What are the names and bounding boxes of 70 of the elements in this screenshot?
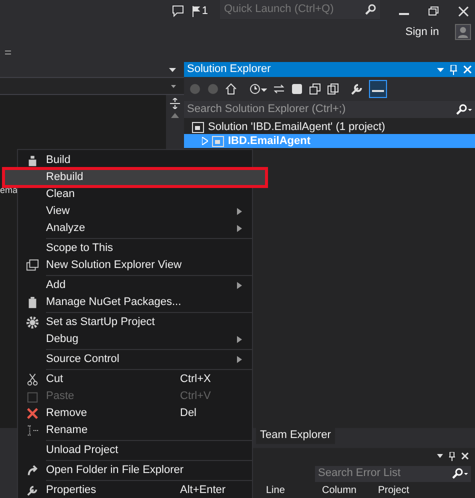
submenu-arrow-icon (237, 225, 242, 232)
submenu-arrow-icon (237, 282, 242, 289)
menu-item[interactable]: Manage NuGet Packages... (18, 294, 252, 311)
feedback-icon[interactable] (172, 5, 184, 17)
menu-item[interactable]: Analyze (18, 220, 252, 237)
restore-icon[interactable] (428, 6, 440, 16)
menu-item[interactable]: Properties Alt+Enter (18, 482, 252, 498)
close-icon (26, 407, 38, 420)
project-icon (192, 122, 204, 132)
menu-item[interactable]: Cut Ctrl+X (18, 371, 252, 388)
arrow-icon (26, 464, 38, 477)
menu-item[interactable]: Remove Del (18, 405, 252, 422)
code-text: ema (0, 185, 18, 195)
search-icon[interactable] (365, 4, 376, 14)
toolbar-grip-icon[interactable] (5, 50, 11, 54)
flag-icon[interactable] (192, 6, 200, 16)
pin-icon[interactable] (449, 452, 455, 460)
wrench-icon[interactable] (351, 83, 363, 95)
quick-launch-field[interactable]: Quick Launch (Ctrl+Q) (224, 0, 365, 18)
column-header[interactable]: Column (322, 485, 378, 497)
menu-item[interactable]: Build (18, 152, 252, 169)
menu-item[interactable]: Scope to This (18, 240, 252, 257)
column-header[interactable]: Project (378, 485, 434, 497)
wrench-icon (26, 484, 38, 497)
files-icon[interactable] (327, 83, 339, 95)
close-icon[interactable] (458, 6, 469, 16)
clipboard-icon (26, 390, 38, 403)
split-icon[interactable] (170, 98, 180, 109)
search-icon[interactable] (452, 468, 468, 479)
sync-icon[interactable] (273, 83, 285, 95)
menu-item[interactable]: Rebuild (4, 169, 266, 186)
dropdown-arrow-icon (171, 84, 176, 88)
dropdown-arrow-icon[interactable] (169, 68, 176, 72)
search-icon[interactable] (456, 104, 472, 115)
project-icon (212, 136, 224, 146)
menu-item[interactable]: New Solution Explorer View (18, 257, 252, 274)
sign-in-link[interactable]: Sign in (405, 24, 439, 40)
preview-icon[interactable] (369, 80, 387, 98)
gear-icon (26, 316, 38, 329)
avatar-icon[interactable] (455, 24, 471, 40)
search-box[interactable]: Search Error List (315, 466, 471, 482)
menu-item[interactable]: Debug (18, 331, 252, 348)
dropdown-arrow-icon[interactable] (437, 454, 443, 458)
clock-icon[interactable] (249, 83, 267, 95)
menu-item[interactable]: Clean (18, 186, 252, 203)
search-field[interactable]: Search Error List (318, 465, 452, 482)
scissors-icon (26, 373, 38, 386)
close-icon[interactable] (461, 452, 469, 460)
submenu-arrow-icon (237, 336, 242, 343)
menu-item[interactable]: View (18, 203, 252, 220)
rename-icon (26, 424, 38, 437)
column-header[interactable]: Line (266, 485, 322, 497)
panel-title: Solution Explorer (187, 62, 272, 78)
menu-item[interactable]: Unload Project (18, 442, 252, 459)
expand-arrow-icon (202, 137, 208, 145)
scroll-up-icon[interactable] (171, 113, 179, 118)
collapse-icon[interactable] (309, 83, 321, 95)
menu-item[interactable]: Set as StartUp Project (18, 314, 252, 331)
quick-launch-box[interactable]: Quick Launch (Ctrl+Q) (220, 0, 380, 19)
submenu-arrow-icon (237, 208, 242, 215)
menu-item[interactable]: Add (18, 277, 252, 294)
home-icon[interactable] (225, 83, 237, 95)
menu-item[interactable]: Source Control (18, 351, 252, 368)
tab[interactable]: Team Explorer (256, 427, 335, 444)
windows-icon (26, 259, 38, 272)
tree-item[interactable]: Solution 'IBD.EmailAgent' (1 project) (184, 120, 475, 134)
menu-item[interactable]: Rename (18, 422, 252, 439)
notification-count: 1 (202, 4, 208, 19)
menu-item[interactable]: Open Folder in File Explorer (18, 462, 252, 479)
submenu-arrow-icon (237, 356, 242, 363)
